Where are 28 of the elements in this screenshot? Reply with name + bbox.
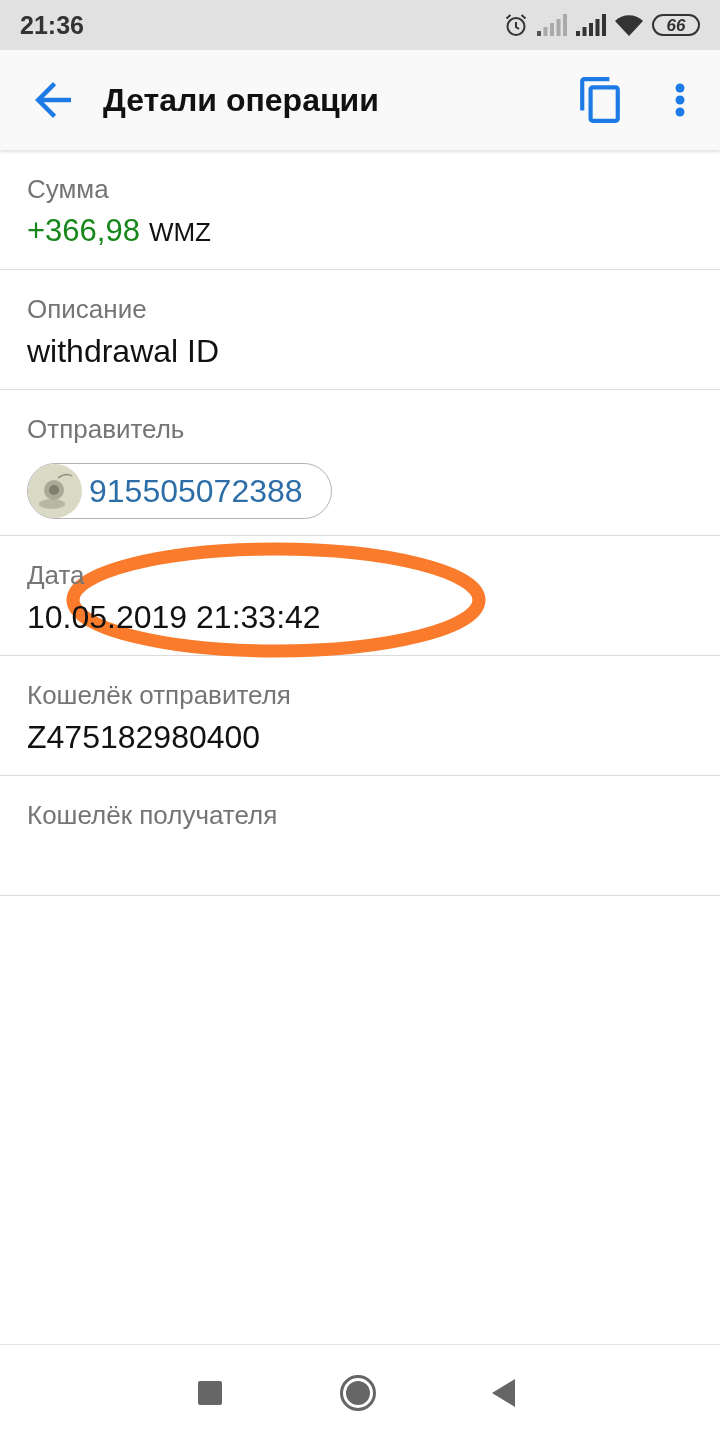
back-nav-button[interactable]	[492, 1378, 516, 1407]
wifi-icon	[615, 14, 643, 36]
amount-value: +366,98	[27, 212, 140, 250]
detail-label: Дата	[27, 559, 85, 592]
alarm-icon	[504, 13, 528, 37]
back-arrow-icon	[35, 82, 71, 118]
signal-empty-icon	[537, 14, 567, 36]
detail-label: Сумма	[27, 173, 109, 206]
home-circle-icon	[340, 1374, 376, 1411]
battery-indicator: 66	[652, 14, 700, 36]
back-button[interactable]	[33, 80, 73, 120]
signal-icon	[576, 14, 606, 36]
detail-value: Z475182980400	[27, 718, 261, 757]
detail-value: withdrawal ID	[27, 332, 220, 371]
avatar-icon	[28, 464, 82, 518]
detail-label: Кошелёк отправителя	[27, 679, 291, 712]
status-time: 21:36	[20, 12, 84, 38]
recents-button[interactable]	[198, 1380, 222, 1405]
screen-title: Детали операции	[103, 84, 379, 116]
detail-label: Кошелёк получателя	[27, 799, 278, 832]
back-triangle-icon	[492, 1378, 516, 1407]
copy-icon	[579, 77, 621, 123]
square-icon	[198, 1380, 222, 1405]
detail-label: Отправитель	[27, 413, 185, 446]
detail-label: Описание	[27, 293, 147, 326]
more-vertical-icon	[675, 83, 685, 117]
home-button[interactable]	[340, 1374, 376, 1411]
currency-code: WMZ	[148, 216, 211, 249]
